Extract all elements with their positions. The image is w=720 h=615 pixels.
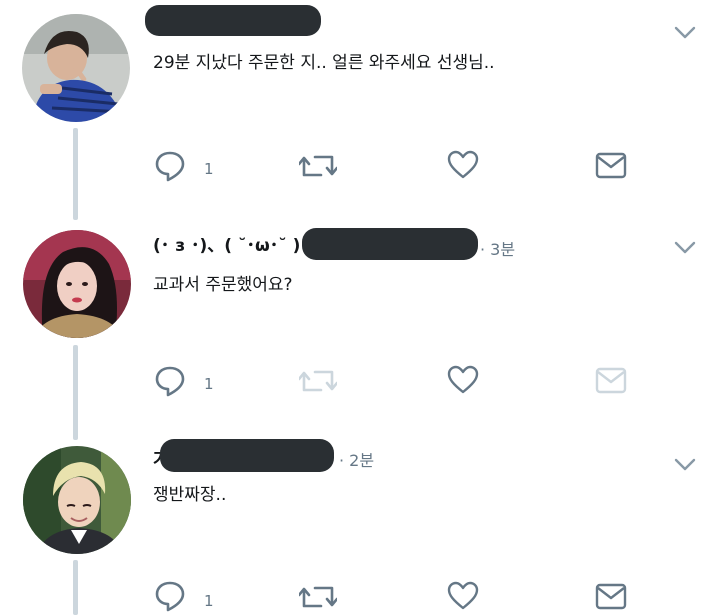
heart-icon[interactable]: [447, 365, 479, 395]
reply-icon[interactable]: [154, 150, 186, 182]
avatar[interactable]: [23, 446, 131, 554]
retweet-icon[interactable]: [299, 582, 337, 612]
tweet-text: 교과서 주문했어요?: [153, 275, 293, 295]
chevron-down-icon[interactable]: [674, 26, 696, 40]
reply-count: 1: [204, 592, 214, 610]
tweet-text: 쟁반짜장..: [153, 485, 227, 505]
mail-icon[interactable]: [595, 152, 627, 179]
reply-count: 1: [204, 375, 214, 393]
retweet-icon[interactable]: [299, 151, 337, 181]
mail-icon: [595, 367, 627, 394]
reply-count: 1: [204, 160, 214, 178]
tweet-text: 29분 지났다 주문한 지.. 얼른 와주세요 선생님..: [153, 53, 495, 73]
reply-icon[interactable]: [154, 580, 186, 612]
thread-line: [73, 560, 78, 615]
thread-line: [73, 345, 78, 440]
heart-icon[interactable]: [447, 150, 479, 180]
retweet-icon: [299, 370, 337, 392]
reply-icon[interactable]: [154, 365, 186, 397]
redacted-username: [145, 5, 321, 36]
timestamp[interactable]: · 3분: [480, 236, 515, 260]
mail-icon[interactable]: [595, 583, 627, 610]
chevron-down-icon[interactable]: [674, 458, 696, 472]
redacted-username: [302, 228, 478, 260]
timestamp[interactable]: · 2분: [339, 447, 374, 471]
avatar[interactable]: [22, 14, 130, 122]
chevron-down-icon[interactable]: [674, 241, 696, 255]
redacted-username: [160, 439, 334, 472]
avatar[interactable]: [23, 230, 131, 338]
thread-line: [73, 128, 78, 220]
heart-icon[interactable]: [447, 581, 479, 611]
display-name[interactable]: (･ з ･)、( ˘･ω･˘ ) ╯: [153, 231, 317, 256]
